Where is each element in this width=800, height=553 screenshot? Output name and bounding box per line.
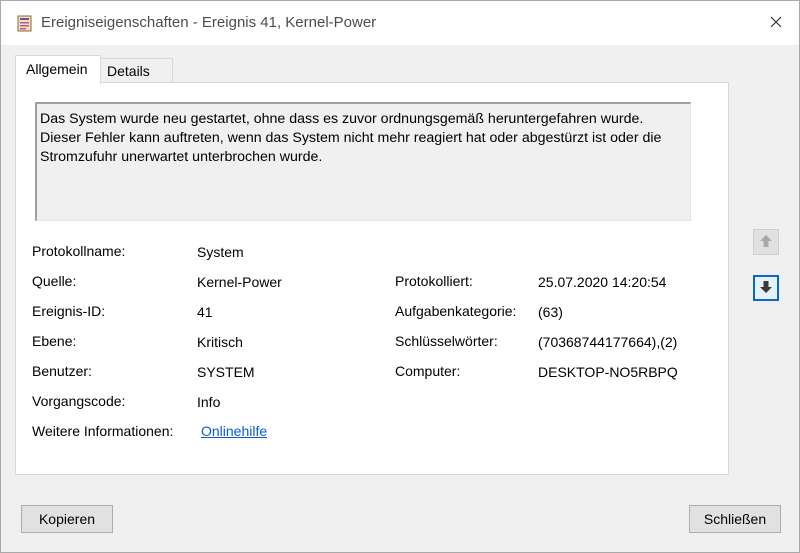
general-tab-panel: Das System wurde neu gestartet, ohne das… (15, 82, 729, 475)
event-description[interactable]: Das System wurde neu gestartet, ohne das… (35, 102, 691, 221)
description-line: Dieser Fehler kann auftreten, wenn das S… (40, 130, 662, 146)
event-id-label: Ereignis-ID: (32, 303, 106, 319)
user-label: Benutzer: (32, 363, 92, 379)
log-name-label: Protokollname: (32, 243, 126, 259)
description-line: Stromzufuhr unerwartet unterbrochen wurd… (40, 149, 323, 165)
computer-label: Computer: (395, 363, 461, 379)
event-viewer-icon (17, 15, 33, 32)
source-label: Quelle: (32, 273, 77, 289)
event-properties-window: Ereigniseigenschaften - Ereignis 41, Ker… (0, 0, 800, 553)
tab-details[interactable]: Details (101, 58, 173, 83)
user-value[interactable]: SYSTEM (197, 364, 255, 380)
close-icon (770, 15, 782, 31)
online-help-link[interactable]: Onlinehilfe (201, 423, 267, 439)
close-window-button[interactable] (753, 1, 799, 45)
log-name-value[interactable]: System (197, 244, 244, 260)
window-title: Ereigniseigenschaften - Ereignis 41, Ker… (41, 14, 377, 31)
close-button[interactable]: Schließen (689, 505, 781, 533)
arrow-up-icon (759, 234, 773, 251)
opcode-label: Vorgangscode: (32, 393, 126, 409)
source-value[interactable]: Kernel-Power (197, 274, 282, 290)
computer-value[interactable]: DESKTOP-NO5RBPQ (538, 364, 678, 380)
task-category-value[interactable]: (63) (538, 304, 563, 320)
next-event-button[interactable] (753, 275, 779, 301)
logged-value[interactable]: 25.07.2020 14:20:54 (538, 274, 666, 290)
task-category-label: Aufgabenkategorie: (395, 303, 517, 319)
keywords-value[interactable]: (70368744177664),(2) (538, 334, 677, 350)
opcode-value[interactable]: Info (197, 394, 220, 410)
level-value[interactable]: Kritisch (197, 334, 243, 350)
keywords-label: Schlüsselwörter: (395, 333, 498, 349)
description-line: Das System wurde neu gestartet, ohne das… (40, 111, 644, 127)
event-id-value[interactable]: 41 (197, 304, 213, 320)
tab-allgemein[interactable]: Allgemein (15, 55, 101, 84)
more-info-label: Weitere Informationen: (32, 423, 174, 439)
copy-button[interactable]: Kopieren (21, 505, 113, 533)
level-label: Ebene: (32, 333, 77, 349)
logged-label: Protokolliert: (395, 273, 473, 289)
previous-event-button[interactable] (753, 229, 779, 255)
title-bar[interactable]: Ereigniseigenschaften - Ereignis 41, Ker… (1, 1, 799, 45)
arrow-down-icon (759, 280, 773, 297)
